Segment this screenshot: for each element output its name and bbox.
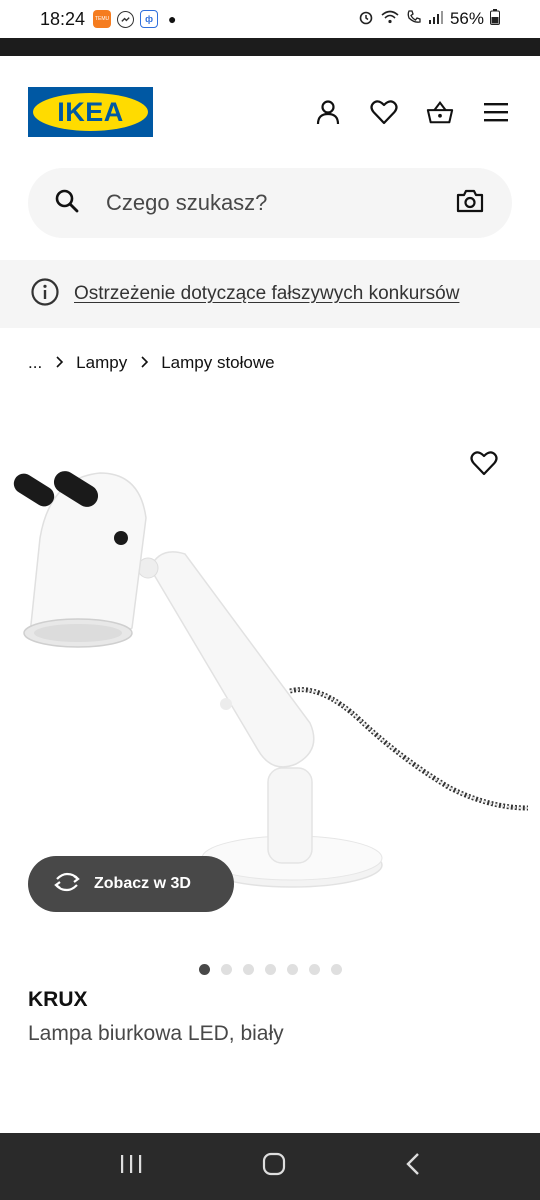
chevron-right-icon xyxy=(139,355,149,371)
product-name: KRUX xyxy=(28,988,88,1011)
user-icon[interactable] xyxy=(314,98,342,126)
breadcrumb-lampy[interactable]: Lampy xyxy=(76,353,127,373)
basket-icon[interactable] xyxy=(426,98,454,126)
search-bar[interactable]: Czego szukasz? xyxy=(28,168,512,238)
warning-banner: Ostrzeżenie dotyczące fałszywych konkurs… xyxy=(0,260,540,328)
android-nav-bar xyxy=(0,1133,540,1200)
gallery-dot[interactable] xyxy=(330,964,342,975)
breadcrumb-lampy-stolowe[interactable]: Lampy stołowe xyxy=(161,353,274,373)
product-gallery[interactable]: Zobacz w 3D xyxy=(0,398,540,988)
wifi-icon xyxy=(380,9,400,30)
breadcrumb: ... Lampy Lampy stołowe xyxy=(0,328,540,398)
ikea-logo[interactable]: IKEA xyxy=(28,87,153,137)
view-3d-button[interactable]: Zobacz w 3D xyxy=(28,856,234,912)
heart-icon[interactable] xyxy=(370,98,398,126)
app-icon: ф xyxy=(140,10,159,28)
menu-icon[interactable] xyxy=(482,98,510,126)
messenger-icon xyxy=(117,10,135,28)
warning-link[interactable]: Ostrzeżenie dotyczące fałszywych konkurs… xyxy=(74,283,459,305)
signal-icon xyxy=(428,9,444,30)
product-description: Lampa biurkowa LED, biały xyxy=(28,1022,284,1045)
status-time: 18:24 xyxy=(40,8,86,29)
info-icon xyxy=(30,277,60,312)
gallery-dot[interactable] xyxy=(220,964,232,975)
more-notifications-dot: ● xyxy=(168,11,177,27)
logo-text: IKEA xyxy=(33,93,148,131)
battery-label: 56% xyxy=(449,9,484,28)
gallery-dot[interactable] xyxy=(264,964,276,975)
call-icon xyxy=(406,9,422,30)
camera-icon[interactable] xyxy=(456,189,484,218)
gallery-dot[interactable] xyxy=(286,964,298,975)
browser-toolbar-strip xyxy=(0,38,540,56)
gallery-dot[interactable] xyxy=(198,964,210,975)
search-input[interactable]: Czego szukasz? xyxy=(106,190,456,216)
breadcrumb-ellipsis[interactable]: ... xyxy=(28,353,42,373)
chevron-right-icon xyxy=(54,355,64,371)
home-icon[interactable] xyxy=(261,1151,287,1182)
gallery-dot[interactable] xyxy=(308,964,320,975)
battery-icon xyxy=(490,8,500,30)
rotate-3d-icon xyxy=(52,871,82,898)
status-bar: 18:24 TEMU ф ● 56% xyxy=(0,0,540,38)
site-header: IKEA xyxy=(0,56,540,168)
search-icon[interactable] xyxy=(54,188,80,219)
temu-icon: TEMU xyxy=(93,10,112,28)
recent-apps-icon[interactable] xyxy=(119,1153,143,1180)
gallery-dot[interactable] xyxy=(242,964,254,975)
product-info: KRUX Lampa biurkowa LED, biały xyxy=(0,988,540,1046)
view-3d-label: Zobacz w 3D xyxy=(94,875,191,892)
gallery-pagination xyxy=(0,964,540,975)
back-icon[interactable] xyxy=(405,1152,421,1181)
alarm-icon xyxy=(358,9,374,30)
product-image-lamp xyxy=(13,471,529,888)
